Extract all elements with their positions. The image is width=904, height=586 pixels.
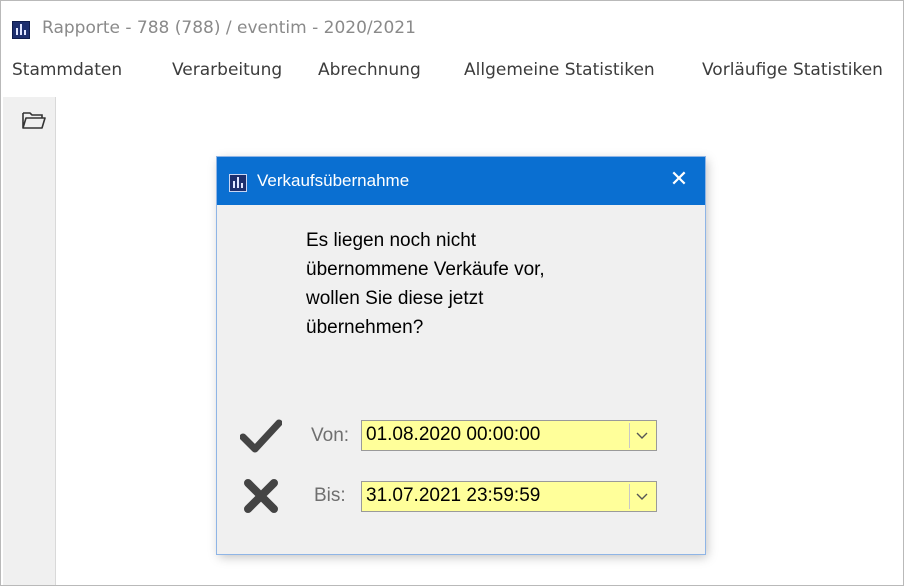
application-window: Rapporte - 788 (788) / eventim - 2020/20… bbox=[0, 0, 904, 586]
dialog-title: Verkaufsübernahme bbox=[257, 171, 410, 190]
menu-item-stammdaten[interactable]: Stammdaten bbox=[12, 60, 122, 80]
message-line: Es liegen noch nicht bbox=[306, 230, 477, 251]
left-toolbar-panel bbox=[3, 97, 56, 585]
chevron-down-icon[interactable] bbox=[629, 423, 654, 448]
menu-item-verarbeitung[interactable]: Verarbeitung bbox=[172, 60, 282, 80]
chevron-down-icon[interactable] bbox=[629, 484, 654, 509]
close-icon[interactable]: ✕ bbox=[667, 168, 691, 192]
window-title: Rapporte - 788 (788) / eventim - 2020/20… bbox=[42, 18, 416, 38]
menu-item-abrechnung[interactable]: Abrechnung bbox=[318, 60, 421, 80]
message-line: wollen Sie diese jetzt bbox=[306, 288, 484, 309]
message-line: übernehmen? bbox=[306, 317, 424, 338]
to-label: Bis: bbox=[314, 485, 346, 506]
dialog-message: Es liegen noch nicht übernommene Verkäuf… bbox=[306, 226, 666, 342]
dialog-title-bar: Verkaufsübernahme ✕ bbox=[217, 157, 705, 205]
app-chart-icon bbox=[12, 21, 30, 39]
menu-bar: Stammdaten Verarbeitung Abrechnung Allge… bbox=[1, 56, 903, 90]
to-date-combobox[interactable]: 31.07.2021 23:59:59 bbox=[361, 481, 657, 512]
confirm-check-icon[interactable] bbox=[240, 418, 282, 454]
cancel-cross-icon[interactable] bbox=[242, 478, 280, 514]
from-date-value: 01.08.2020 00:00:00 bbox=[366, 424, 541, 445]
from-label: Von: bbox=[311, 425, 350, 446]
from-date-combobox[interactable]: 01.08.2020 00:00:00 bbox=[361, 420, 657, 451]
menu-item-vorlaeufige-statistiken[interactable]: Vorläufige Statistiken bbox=[702, 60, 883, 80]
to-date-value: 31.07.2021 23:59:59 bbox=[366, 485, 541, 506]
app-chart-icon bbox=[229, 174, 247, 192]
message-line: übernommene Verkäufe vor, bbox=[306, 259, 545, 280]
sales-import-dialog: Verkaufsübernahme ✕ Es liegen noch nicht… bbox=[217, 157, 705, 554]
menu-item-allgemeine-statistiken[interactable]: Allgemeine Statistiken bbox=[464, 60, 655, 80]
folder-open-icon[interactable] bbox=[21, 110, 47, 130]
title-bar: Rapporte - 788 (788) / eventim - 2020/20… bbox=[1, 1, 903, 57]
